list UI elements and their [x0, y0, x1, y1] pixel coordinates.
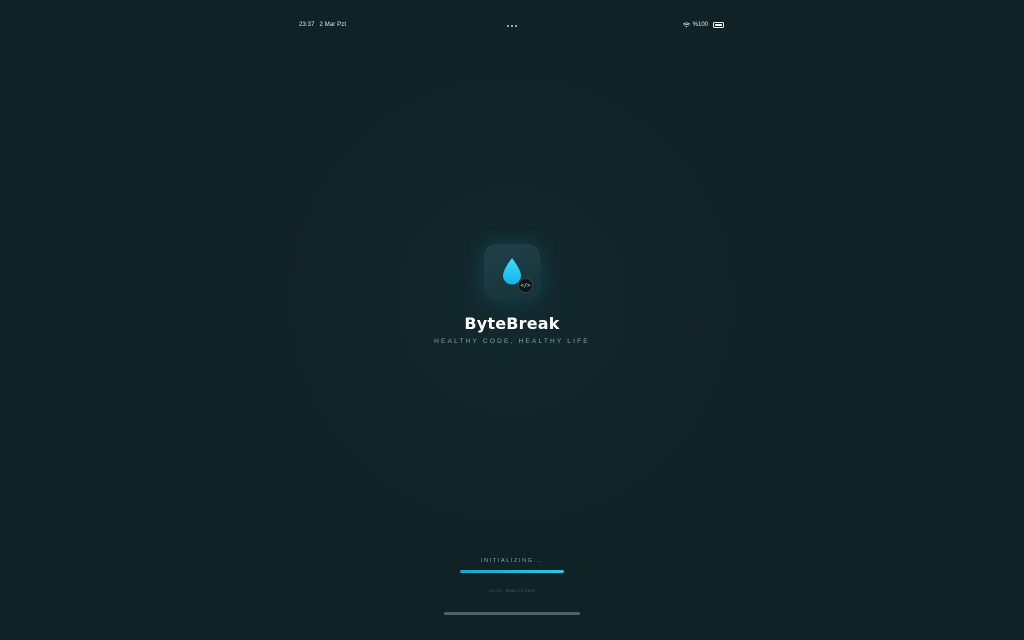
progress-bar: [460, 570, 564, 573]
wifi-icon: [682, 22, 690, 28]
app-title: ByteBreak: [464, 314, 560, 333]
app-logo: </>: [484, 244, 540, 300]
progress-fill: [460, 570, 564, 573]
status-bar-right: %100: [682, 22, 724, 28]
splash-screen: 23:37 2 Mar Pzt %100 </> ByteBreak HEALT…: [0, 0, 1024, 640]
status-date: 2 Mar Pzt: [319, 22, 347, 28]
loading-label: INITIALIZING...: [481, 558, 543, 564]
battery-icon: [713, 22, 724, 28]
more-dots-icon[interactable]: [507, 25, 517, 27]
version-footer: v1.0.2 · Made for Devs: [489, 588, 535, 593]
battery-fill: [714, 23, 723, 27]
status-time: 23:37: [299, 22, 315, 28]
status-bar-left: 23:37 2 Mar Pzt: [299, 22, 346, 28]
battery-percent: %100: [692, 22, 708, 28]
code-icon: </>: [518, 278, 533, 293]
home-indicator[interactable]: [444, 612, 580, 615]
app-tagline: HEALTHY CODE, HEALTHY LIFE: [434, 338, 590, 345]
